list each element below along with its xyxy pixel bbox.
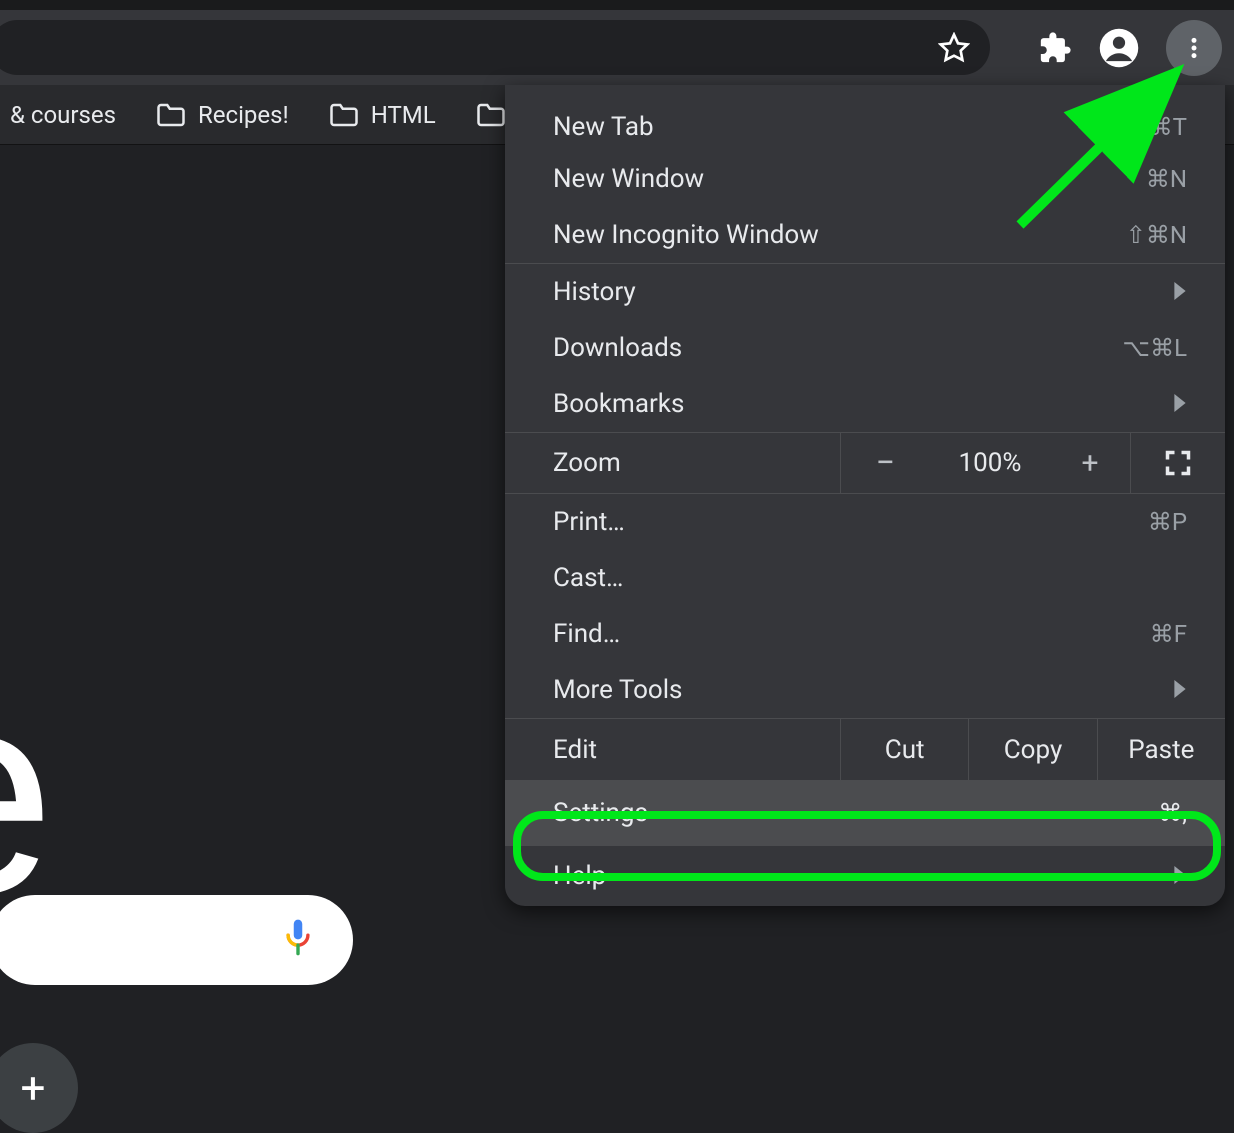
menu-print[interactable]: Print… ⌘P: [505, 494, 1225, 550]
menu-label: Downloads: [553, 333, 682, 363]
menu-label: Bookmarks: [553, 389, 684, 419]
mic-icon[interactable]: [281, 918, 315, 962]
add-shortcut-button[interactable]: +: [0, 1043, 78, 1133]
menu-find[interactable]: Find… ⌘F: [505, 606, 1225, 662]
menu-label: More Tools: [553, 675, 682, 705]
menu-label: New Window: [553, 164, 704, 194]
menu-cast[interactable]: Cast…: [505, 550, 1225, 606]
menu-label: Find…: [553, 619, 620, 649]
menu-help[interactable]: Help: [505, 846, 1225, 906]
profile-icon[interactable]: [1098, 27, 1140, 69]
menu-new-window[interactable]: New Window ⌘N: [505, 151, 1225, 207]
menu-downloads[interactable]: Downloads ⌥⌘L: [505, 320, 1225, 376]
submenu-arrow-icon: [1173, 389, 1187, 419]
menu-history[interactable]: History: [505, 264, 1225, 320]
folder-icon: [329, 102, 359, 128]
zoom-in-button[interactable]: +: [1050, 433, 1130, 493]
menu-label: New Incognito Window: [553, 220, 819, 250]
menu-label: Help: [553, 861, 606, 891]
menu-shortcut: ⌘N: [1146, 165, 1187, 193]
google-logo-fragment: e: [0, 647, 55, 937]
menu-label: Print…: [553, 507, 625, 537]
menu-bookmarks[interactable]: Bookmarks: [505, 376, 1225, 432]
bookmark-folder-recipes[interactable]: Recipes!: [146, 95, 299, 135]
fullscreen-button[interactable]: [1130, 433, 1225, 493]
bookmark-folder-html[interactable]: HTML: [319, 95, 446, 135]
menu-new-tab[interactable]: New Tab ⌘T: [505, 85, 1225, 151]
menu-shortcut: ⌘P: [1148, 508, 1187, 536]
menu-shortcut: ⌘F: [1150, 620, 1187, 648]
submenu-arrow-icon: [1173, 861, 1187, 891]
star-icon[interactable]: [938, 32, 970, 64]
chrome-menu: New Tab ⌘T New Window ⌘N New Incognito W…: [505, 85, 1225, 906]
menu-label: New Tab: [553, 112, 654, 142]
menu-label: Settings: [553, 798, 648, 828]
edit-paste-button[interactable]: Paste: [1097, 719, 1225, 780]
folder-icon: [476, 102, 506, 128]
menu-label: Cast…: [553, 563, 623, 593]
bookmark-item[interactable]: & courses: [0, 95, 126, 135]
bookmark-label: HTML: [371, 101, 436, 129]
menu-more-tools[interactable]: More Tools: [505, 662, 1225, 718]
menu-shortcut: ⇧⌘N: [1126, 221, 1187, 249]
menu-settings[interactable]: Settings ⌘,: [505, 781, 1225, 845]
menu-edit-row: Edit Cut Copy Paste: [505, 718, 1225, 780]
zoom-out-button[interactable]: −: [840, 433, 930, 493]
menu-edit-label: Edit: [505, 719, 840, 780]
bookmark-label: & courses: [10, 101, 116, 129]
submenu-arrow-icon: [1173, 675, 1187, 705]
more-menu-button[interactable]: [1166, 20, 1222, 76]
browser-toolbar: [0, 10, 1234, 85]
omnibox[interactable]: [0, 20, 990, 75]
menu-shortcut: ⌥⌘L: [1122, 334, 1187, 362]
window-top-strip: [0, 0, 1234, 10]
menu-shortcut: ⌘,: [1158, 799, 1187, 827]
edit-cut-button[interactable]: Cut: [840, 719, 968, 780]
plus-icon: +: [21, 1062, 46, 1114]
menu-zoom-label: Zoom: [505, 433, 840, 493]
bookmark-label: Recipes!: [198, 101, 289, 129]
folder-icon: [156, 102, 186, 128]
edit-copy-button[interactable]: Copy: [968, 719, 1096, 780]
extensions-icon[interactable]: [1038, 31, 1072, 65]
menu-zoom-row: Zoom − 100% +: [505, 432, 1225, 494]
submenu-arrow-icon: [1173, 277, 1187, 307]
google-search-box[interactable]: [0, 895, 353, 985]
menu-label: History: [553, 277, 636, 307]
zoom-percent: 100%: [930, 433, 1050, 493]
menu-incognito[interactable]: New Incognito Window ⇧⌘N: [505, 207, 1225, 263]
menu-shortcut: ⌘T: [1149, 113, 1187, 141]
